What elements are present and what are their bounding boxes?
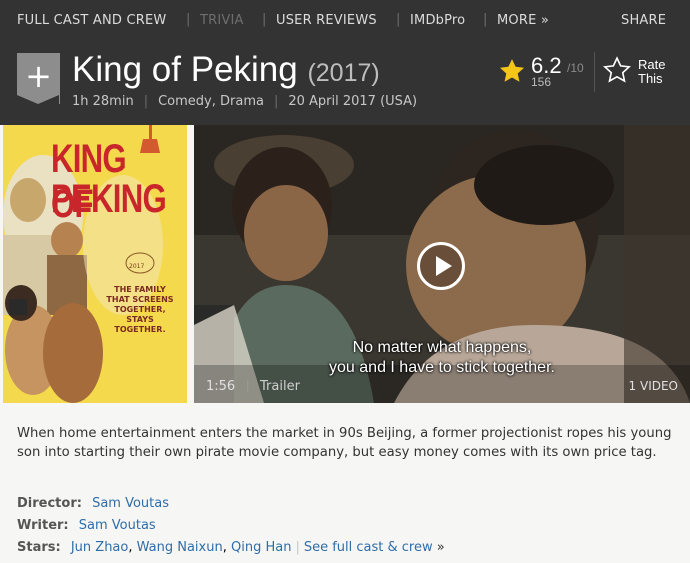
video-duration: 1:56 — [206, 379, 236, 394]
nav-separator: | — [396, 12, 401, 27]
title-subtext: 1h 28min | Comedy, Drama | 20 April 2017 (US… — [72, 94, 417, 109]
comma: , — [222, 540, 231, 555]
top-nav: FULL CAST AND CREW | TRIVIA | USER REVIE… — [0, 0, 690, 42]
stars-separator: | — [295, 540, 300, 555]
poster-image: KING OF PEKING 2017 THE FAMILY THAT SCRE… — [3, 125, 187, 403]
subtext-separator: | — [273, 94, 279, 109]
laurel-year: 2017 — [129, 263, 145, 270]
poster-title-line2: PEKING — [51, 177, 167, 221]
trailer-video[interactable]: No matter what happens, you and I have t… — [194, 125, 690, 403]
stars-label: Stars: — [17, 540, 61, 555]
video-subtitle-line2: you and I have to stick together. — [329, 359, 555, 376]
nav-more[interactable]: MORE » — [497, 13, 549, 28]
release-date-link[interactable]: 20 April 2017 (USA) — [288, 94, 417, 109]
subtext-separator: | — [143, 94, 149, 109]
star-link[interactable]: Jun Zhao — [71, 540, 129, 555]
rating-widget[interactable]: 6.2 /10 156 — [497, 53, 584, 95]
writer-link[interactable]: Sam Voutas — [79, 518, 156, 533]
stars-credit: Stars: Jun Zhao, Wang Naixun, Qing Han | S… — [17, 540, 445, 555]
plus-icon: + — [25, 57, 52, 95]
star-link[interactable]: Wang Naixun — [137, 540, 223, 555]
star-icon — [499, 59, 525, 82]
nav-separator: | — [483, 12, 488, 27]
rate-this-button[interactable]: Rate This — [601, 55, 681, 95]
outline-star-icon — [602, 56, 632, 83]
nav-user-reviews[interactable]: USER REVIEWS — [276, 13, 377, 28]
title-name: King of Peking — [72, 50, 298, 89]
nav-share[interactable]: SHARE — [621, 13, 666, 28]
nav-trivia[interactable]: TRIVIA — [200, 13, 244, 28]
rate-this-label: Rate This — [638, 57, 666, 86]
writer-credit: Writer: Sam Voutas — [17, 518, 156, 533]
rating-divider — [594, 52, 595, 92]
plot-summary: When home entertainment enters the marke… — [17, 426, 672, 460]
video-count-link[interactable]: 1 VIDEO — [629, 379, 678, 393]
director-credit: Director: Sam Voutas — [17, 496, 169, 511]
director-label: Director: — [17, 496, 82, 511]
page-title: King of Peking (2017) — [72, 50, 380, 90]
chevron-right-icon: » — [436, 540, 445, 555]
see-full-cast-link[interactable]: See full cast & crew — [304, 540, 433, 555]
title-header: FULL CAST AND CREW | TRIVIA | USER REVIE… — [0, 0, 690, 125]
director-link[interactable]: Sam Voutas — [92, 496, 169, 511]
nav-full-cast-and-crew[interactable]: FULL CAST AND CREW — [17, 13, 166, 28]
nav-separator: | — [262, 12, 267, 27]
video-type: Trailer — [260, 379, 300, 394]
video-separator: | — [246, 378, 250, 393]
star-link[interactable]: Qing Han — [231, 540, 291, 555]
genres-link[interactable]: Comedy, Drama — [158, 94, 264, 109]
runtime: 1h 28min — [72, 94, 134, 109]
poster[interactable]: KING OF PEKING 2017 THE FAMILY THAT SCRE… — [0, 125, 187, 403]
add-to-watchlist-button[interactable]: + — [17, 53, 60, 104]
nav-separator: | — [186, 12, 191, 27]
rating-count[interactable]: 156 — [531, 75, 551, 89]
rating-max: /10 — [567, 61, 584, 75]
play-icon[interactable] — [417, 242, 465, 290]
comma: , — [128, 540, 137, 555]
video-subtitle-line1: No matter what happens, — [352, 339, 532, 356]
nav-imdbpro[interactable]: IMDbPro — [410, 13, 465, 28]
title-year[interactable]: (2017) — [307, 59, 379, 87]
writer-label: Writer: — [17, 518, 69, 533]
poster-tagline: THE FAMILY THAT SCREENS TOGETHER, STAYS … — [106, 285, 174, 334]
